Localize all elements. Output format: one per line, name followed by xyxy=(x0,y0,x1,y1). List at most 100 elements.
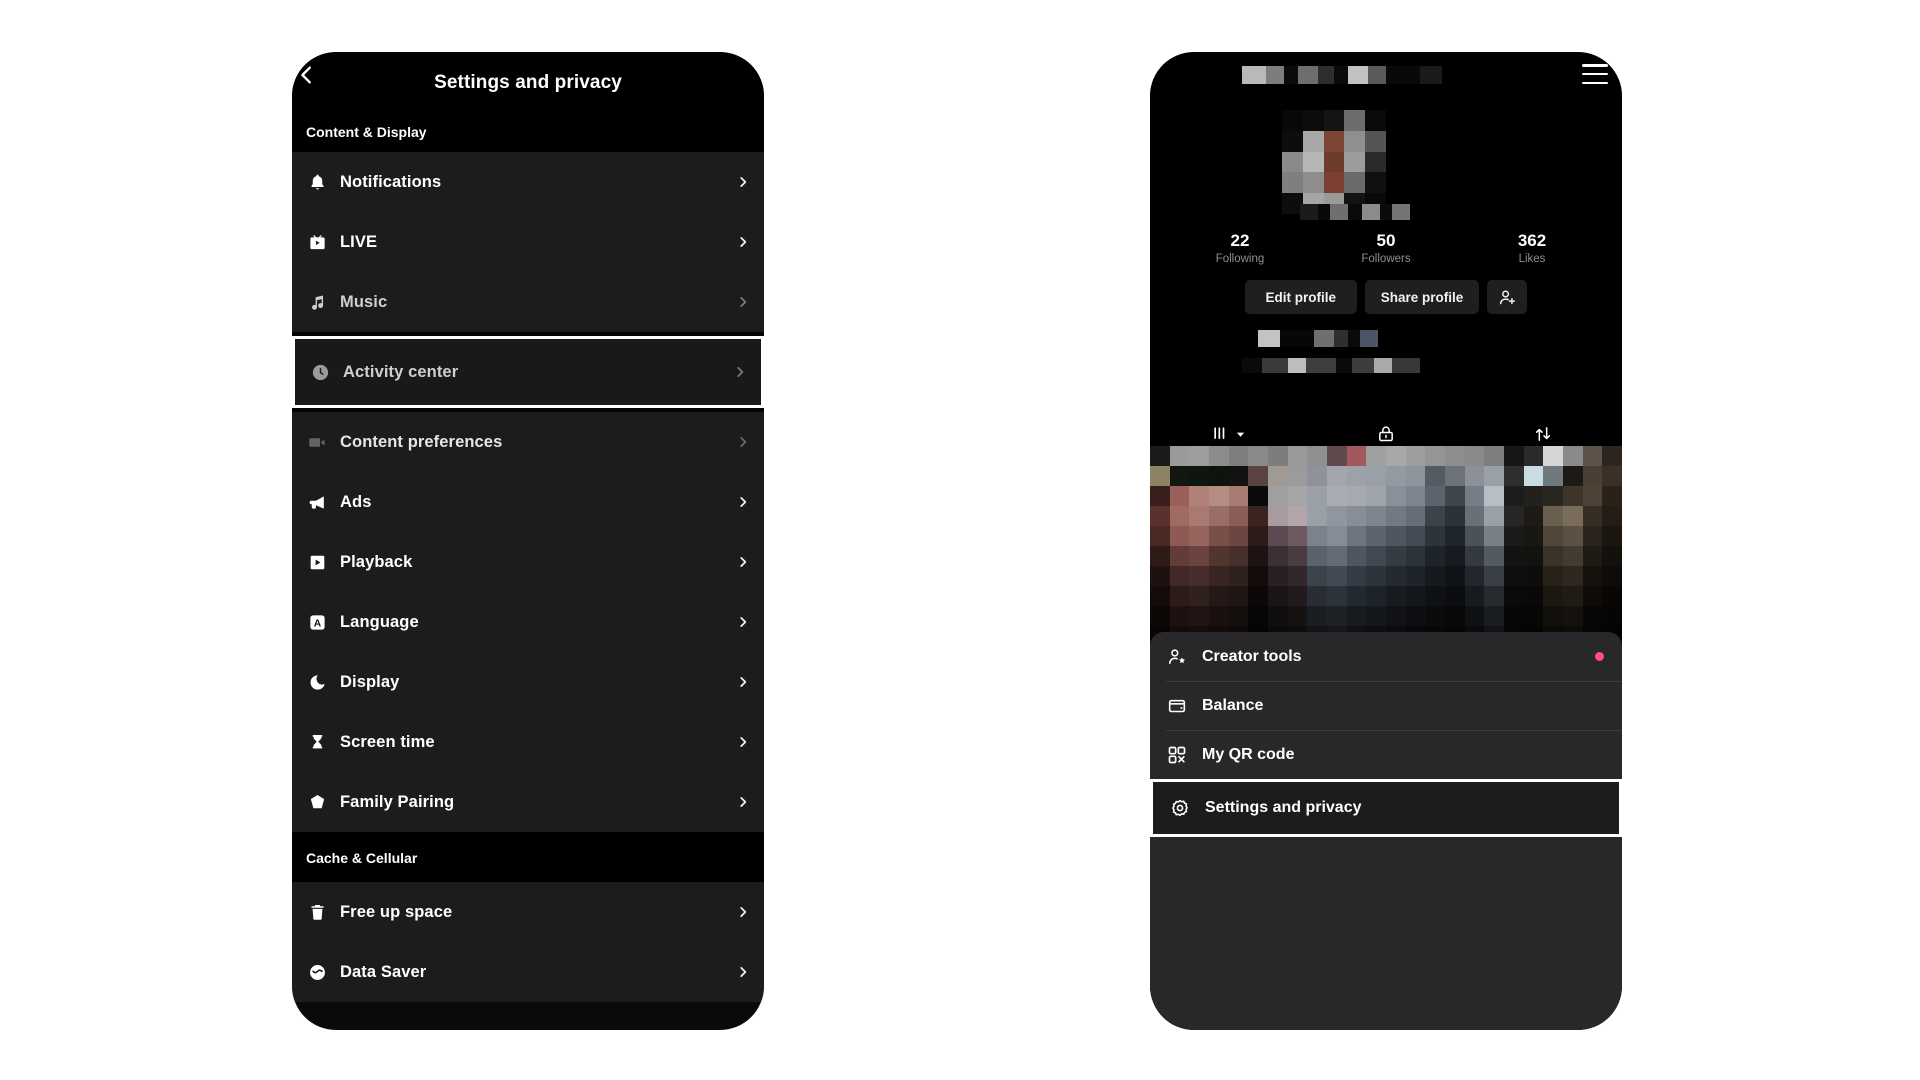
sheet-item-label: Balance xyxy=(1202,696,1264,714)
settings-row-label: LIVE xyxy=(340,232,378,251)
settings-row-content-preferences[interactable]: Content preferences xyxy=(292,412,764,472)
svg-text:A: A xyxy=(313,618,321,629)
wallet-icon xyxy=(1166,695,1188,717)
profile-screen: 22 Following 50 Followers 362 Likes Edit… xyxy=(1150,52,1622,1030)
section-header-content-display: Content & Display xyxy=(292,114,764,152)
settings-row-screen-time[interactable]: Screen time xyxy=(292,712,764,772)
chevron-right-icon xyxy=(736,555,750,569)
chevron-right-icon xyxy=(736,495,750,509)
settings-row-label: Content preferences xyxy=(340,432,503,451)
trash-icon xyxy=(306,901,328,923)
settings-row-display[interactable]: Display xyxy=(292,652,764,712)
clock-icon xyxy=(309,361,331,383)
selection-highlight-settings-and-privacy: Settings and privacy xyxy=(1150,779,1622,837)
grid-posts-icon xyxy=(1211,424,1231,444)
sheet-item-label: Creator tools xyxy=(1202,647,1302,665)
stat-likes[interactable]: 362 Likes xyxy=(1490,230,1574,265)
notification-dot-badge xyxy=(1595,652,1604,661)
settings-row-label: Playback xyxy=(340,552,413,571)
settings-row-label: Data Saver xyxy=(340,962,427,981)
stat-following[interactable]: 22 Following xyxy=(1198,230,1282,265)
settings-row-label: Screen time xyxy=(340,732,435,751)
qr-code-icon xyxy=(1166,744,1188,766)
chevron-right-icon xyxy=(733,365,747,379)
profile-bottom-sheet: Creator tools Balance My QR code Setting… xyxy=(1150,632,1622,1030)
stat-label: Likes xyxy=(1518,253,1546,265)
chevron-right-icon xyxy=(736,295,750,309)
moon-icon xyxy=(306,671,328,693)
settings-row-label: Language xyxy=(340,612,419,631)
avatar-redacted xyxy=(1282,110,1386,214)
hamburger-menu-icon[interactable] xyxy=(1582,64,1608,84)
share-profile-button[interactable]: Share profile xyxy=(1364,280,1480,314)
gear-settings-icon xyxy=(1169,797,1191,819)
profile-stats: 22 Following 50 Followers 362 Likes xyxy=(1150,230,1622,265)
chevron-right-icon xyxy=(736,615,750,629)
settings-row-activity-center[interactable]: Activity center xyxy=(295,339,761,405)
settings-row-music[interactable]: Music xyxy=(292,272,764,332)
settings-row-label: Music xyxy=(340,292,388,311)
chevron-right-icon xyxy=(736,435,750,449)
settings-row-free-up-space[interactable]: Free up space xyxy=(292,882,764,942)
music-note-icon xyxy=(306,291,328,313)
handle-redacted xyxy=(1300,204,1410,220)
settings-row-label: Free up space xyxy=(340,902,453,921)
chevron-right-icon xyxy=(736,735,750,749)
page-title: Settings and privacy xyxy=(434,72,622,93)
back-chevron-icon[interactable] xyxy=(296,64,318,86)
language-a-icon: A xyxy=(306,611,328,633)
live-tv-icon xyxy=(306,231,328,253)
chevron-right-icon xyxy=(736,795,750,809)
settings-list-cache-cellular: Free up space Data Saver xyxy=(292,882,764,1002)
chevron-right-icon xyxy=(736,905,750,919)
settings-row-language[interactable]: A Language xyxy=(292,592,764,652)
settings-row-notifications[interactable]: Notifications xyxy=(292,152,764,212)
username-redacted xyxy=(1242,66,1442,84)
add-person-icon xyxy=(1498,288,1517,307)
repost-icon xyxy=(1533,424,1553,444)
video-camera-icon xyxy=(306,431,328,453)
sheet-item-label: Settings and privacy xyxy=(1205,799,1362,816)
settings-row-label: Family Pairing xyxy=(340,792,455,811)
profile-content: 22 Following 50 Followers 362 Likes Edit… xyxy=(1150,52,1622,1030)
bio-line-2-redacted xyxy=(1242,358,1420,373)
settings-row-ads[interactable]: Ads xyxy=(292,472,764,532)
stat-followers[interactable]: 50 Followers xyxy=(1344,230,1428,265)
profile-actions: Edit profile Share profile xyxy=(1150,280,1622,314)
data-saver-icon xyxy=(306,961,328,983)
sheet-item-label: My QR code xyxy=(1202,745,1295,763)
chevron-right-icon xyxy=(736,175,750,189)
screenshot-canvas: Settings and privacy Content & Display N… xyxy=(0,0,1920,1080)
home-shield-icon xyxy=(306,791,328,813)
sheet-item-my-qr-code[interactable]: My QR code xyxy=(1150,730,1622,779)
settings-row-playback[interactable]: Playback xyxy=(292,532,764,592)
selection-highlight-activity-center: Activity center xyxy=(292,336,764,408)
stat-value: 22 xyxy=(1230,231,1250,250)
settings-screen: Settings and privacy Content & Display N… xyxy=(292,52,764,1030)
settings-row-data-saver[interactable]: Data Saver xyxy=(292,942,764,1002)
add-person-button[interactable] xyxy=(1487,280,1528,314)
settings-row-label: Activity center xyxy=(343,362,459,381)
bio-line-1-redacted xyxy=(1258,330,1378,347)
phone-left-settings: Settings and privacy Content & Display N… xyxy=(292,52,764,1030)
sheet-item-balance[interactable]: Balance xyxy=(1150,681,1622,730)
edit-profile-button[interactable]: Edit profile xyxy=(1244,280,1357,314)
sheet-item-creator-tools[interactable]: Creator tools xyxy=(1150,632,1622,681)
settings-row-label: Display xyxy=(340,672,400,691)
sheet-item-settings-and-privacy[interactable]: Settings and privacy xyxy=(1153,782,1619,834)
settings-row-family-pairing[interactable]: Family Pairing xyxy=(292,772,764,832)
settings-header: Settings and privacy xyxy=(292,52,764,114)
play-square-icon xyxy=(306,551,328,573)
stat-value: 362 xyxy=(1517,231,1547,250)
phone-right-profile: 22 Following 50 Followers 362 Likes Edit… xyxy=(1150,52,1622,1030)
chevron-right-icon xyxy=(736,235,750,249)
settings-row-label: Ads xyxy=(340,492,372,511)
hourglass-icon xyxy=(306,731,328,753)
chevron-right-icon xyxy=(736,675,750,689)
stat-value: 50 xyxy=(1376,231,1396,250)
settings-list-content-display: Notifications LIVE Music xyxy=(292,152,764,332)
settings-row-live[interactable]: LIVE xyxy=(292,212,764,272)
settings-row-label: Notifications xyxy=(340,172,442,191)
chevron-right-icon xyxy=(736,965,750,979)
lock-private-icon xyxy=(1376,424,1396,444)
